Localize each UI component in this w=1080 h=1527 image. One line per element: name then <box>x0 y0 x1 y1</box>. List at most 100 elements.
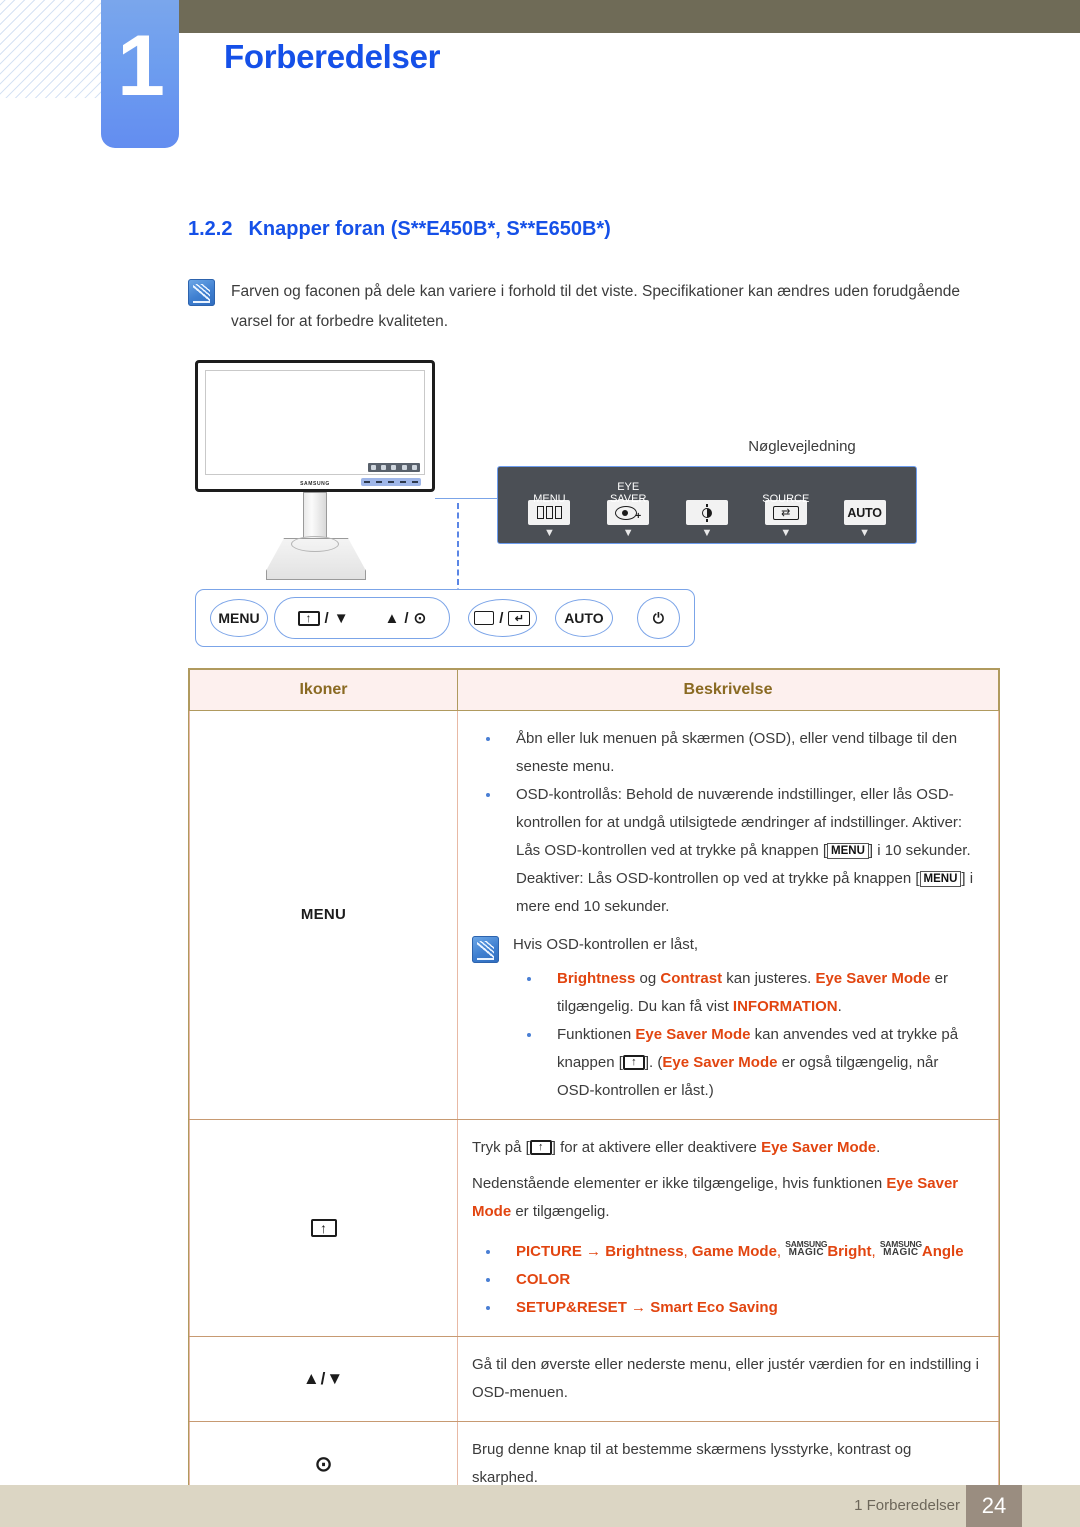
return-box-icon <box>508 610 531 626</box>
kbd-menu-2: MENU <box>919 871 962 887</box>
es-p1-b: ] for at aktivere eller deaktivere <box>551 1139 762 1156</box>
list-item: PICTURE → Brightness, Game Mode, SAMSUNG… <box>472 1238 980 1266</box>
updown-arrows-icon: ▲/▼ <box>302 1369 345 1388</box>
sep-3: , <box>871 1243 880 1260</box>
page-footer: 1 Forberedelser 24 <box>0 1485 1080 1527</box>
key-guide-caret-eye-saver: ▼ <box>622 527 634 539</box>
key-guide-caret-menu: ▼ <box>543 527 555 539</box>
list-item: SETUP&RESET → Smart Eco Saving <box>472 1294 980 1322</box>
button-power[interactable]: ⏻ <box>636 597 680 639</box>
term-smart-eco-saving: Smart Eco Saving <box>650 1299 778 1316</box>
sep-1: , <box>683 1243 692 1260</box>
magic-bottom: MAGIC <box>788 1247 824 1258</box>
key-guide-label-source: SOURCE <box>762 492 810 505</box>
table-header-icons: Ikoner <box>189 669 458 711</box>
term-magic-bright: Bright <box>827 1243 872 1260</box>
term-setup-reset: SETUP&RESET <box>516 1299 627 1316</box>
footer-page-number: 24 <box>966 1485 1022 1527</box>
table-cell-description-eye-saver: Tryk på [ ] for at aktivere eller deaktiv… <box>457 1119 999 1337</box>
button-source-return[interactable]: / <box>467 599 537 637</box>
eye-saver-paragraph-2: Nedenstående elementer er ikke tilgængel… <box>472 1170 980 1226</box>
button-description-table: Ikoner Beskrivelse MENU Åbn eller luk me… <box>188 668 1000 1508</box>
dot-circle-icon: ⊙ <box>314 1452 333 1476</box>
slash-separator-source: / <box>499 609 504 627</box>
arrow-up-icon: ▲ <box>384 609 400 627</box>
samsung-magic-logo: SAMSUNG MAGIC <box>880 1239 922 1259</box>
chapter-number: 1 <box>117 18 165 114</box>
header-bar <box>155 0 1080 33</box>
es-p1-a: Tryk på [ <box>472 1139 530 1156</box>
section-number: 1.2.2 <box>188 218 233 240</box>
monitor-illustration: SAMSUNG Nøglevejledning MENU ▼ EYE SAVER <box>188 352 1000 652</box>
key-guide-caret-source: ▼ <box>780 527 792 539</box>
note-pencil-icon <box>472 936 499 963</box>
slash-separator-right: / <box>404 609 409 627</box>
subnote-2-part3: ]. ( <box>644 1054 663 1071</box>
list-item: Funktionen Eye Saver Mode kan anvendes v… <box>513 1021 980 1105</box>
table-cell-icon-menu: MENU <box>189 710 458 1120</box>
list-item: Brightness og Contrast kan justeres. Eye… <box>513 965 980 1021</box>
table-cell-icon-arrows: ▲/▼ <box>189 1336 458 1422</box>
eye-saver-box-icon <box>529 1140 552 1155</box>
es-p2-c: er tilgængelig. <box>511 1203 610 1220</box>
term-eye-saver-mode: Eye Saver Mode <box>761 1139 877 1156</box>
dot-description-text: Brug denne knap til at bestemme skærmens… <box>472 1441 912 1486</box>
button-updown-group[interactable]: / ▼ ▲ / ⊙ <box>274 597 450 639</box>
samsung-magic-logo: SAMSUNG MAGIC <box>785 1239 827 1259</box>
sep-2: , <box>776 1243 786 1260</box>
magic-bottom: MAGIC <box>883 1247 919 1258</box>
arrow-sep-1: → <box>581 1243 606 1260</box>
table-cell-icon-eye-saver <box>189 1119 458 1337</box>
table-header-description: Beskrivelse <box>457 669 999 711</box>
button-up-enter[interactable]: ▲ / ⊙ <box>384 609 427 628</box>
monitor-frame: SAMSUNG <box>195 360 435 492</box>
physical-button-row: MENU / ▼ ▲ / ⊙ / AUTO ⏻ <box>195 589 695 647</box>
menu-bullet-1-text: Åbn eller luk menuen på skærmen (OSD), e… <box>516 730 958 775</box>
eye-saver-paragraph-1: Tryk på [ ] for at aktivere eller deaktiv… <box>472 1134 980 1162</box>
term-picture: PICTURE <box>516 1243 582 1260</box>
power-icon: ⏻ <box>652 609 664 626</box>
samsung-logo: SAMSUNG <box>300 481 330 487</box>
es-p1-d: . <box>876 1139 881 1156</box>
key-guide-item-brightness: ▼ <box>668 500 747 539</box>
subnote-1-sep2: kan justeres. <box>722 970 816 987</box>
monitor-stand-ring <box>291 536 339 552</box>
list-item: COLOR <box>472 1266 980 1294</box>
section-title: Knapper foran (S**E450B*, S**E650B*) <box>248 218 611 240</box>
menu-subnote-intro: Hvis OSD-kontrollen er låst, <box>513 936 699 953</box>
key-guide-item-menu: MENU ▼ <box>510 493 589 539</box>
footer-chapter-text: 1 Forberedelser <box>854 1497 960 1514</box>
key-guide-caret-auto: ▼ <box>859 527 871 539</box>
slash-separator-left: / <box>324 609 329 627</box>
menu-subnote-block: Hvis OSD-kontrollen er låst, Brightness … <box>472 931 980 1105</box>
key-guide-label-menu: MENU <box>533 492 566 505</box>
subnote-1-end: . <box>837 998 842 1015</box>
term-brightness: Brightness <box>557 970 636 987</box>
table-cell-description-menu: Åbn eller luk menuen på skærmen (OSD), e… <box>457 710 999 1120</box>
subnote-1-sep1: og <box>635 970 661 987</box>
arrow-down-icon: ▼ <box>333 609 349 627</box>
auto-icon-text: AUTO <box>847 505 882 520</box>
key-guide-caret-brightness: ▼ <box>701 527 713 539</box>
eye-saver-box-icon <box>297 610 320 626</box>
monitor-screen <box>205 370 425 475</box>
es-p2-a: Nedenstående elementer er ikke tilgængel… <box>472 1175 887 1192</box>
arrows-description-text: Gå til den øverste eller nederste menu, … <box>472 1356 979 1401</box>
term-game-mode: Game Mode <box>691 1243 777 1260</box>
term-contrast: Contrast <box>660 970 723 987</box>
table-row: ▲/▼ Gå til den øverste eller nederste me… <box>189 1336 999 1422</box>
key-guide-label-eye-saver: EYE SAVER <box>609 481 647 505</box>
button-auto-label: AUTO <box>564 610 604 626</box>
dot-circle-icon: ⊙ <box>413 610 427 627</box>
table-row: Tryk på [ ] for at aktivere eller deaktiv… <box>189 1119 999 1337</box>
button-menu[interactable]: MENU <box>210 599 269 637</box>
button-auto[interactable]: AUTO <box>554 599 613 637</box>
term-information: INFORMATION <box>732 998 838 1015</box>
button-eye-saver-down[interactable]: / ▼ <box>297 609 349 627</box>
key-guide-title: Nøglevejledning <box>748 438 856 455</box>
monitor-key-strip <box>361 478 421 486</box>
table-header-row: Ikoner Beskrivelse <box>189 669 999 711</box>
note-block: Farven og faconen på dele kan variere i … <box>188 277 988 337</box>
key-guide-item-source: SOURCE ▼ <box>746 493 825 539</box>
section-heading: 1.2.2 Knapper foran (S**E450B*, S**E650B*… <box>188 218 611 241</box>
